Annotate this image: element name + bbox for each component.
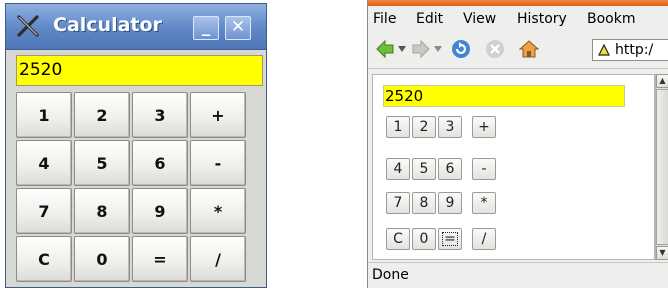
web-key-clear[interactable]: C — [386, 228, 410, 250]
home-icon[interactable] — [518, 38, 540, 60]
key-5[interactable]: 5 — [74, 140, 130, 186]
calculator-window: Calculator _ ✕ 2520 1 2 3 + 4 5 6 - 7 8 … — [5, 3, 267, 288]
key-0[interactable]: 0 — [74, 236, 130, 282]
status-bar: Done — [368, 262, 668, 288]
menu-edit[interactable]: Edit — [416, 11, 443, 27]
calculator-titlebar[interactable]: Calculator _ ✕ — [6, 4, 266, 50]
calculator-display[interactable]: 2520 — [16, 55, 263, 86]
key-7[interactable]: 7 — [16, 188, 72, 234]
browser-window: File Edit View History Bookm http:/ 2520… — [367, 0, 668, 288]
back-dropdown-icon[interactable] — [398, 46, 406, 52]
close-button[interactable]: ✕ — [225, 16, 251, 40]
web-key-plus[interactable]: + — [472, 116, 496, 138]
key-2[interactable]: 2 — [74, 92, 130, 138]
key-1[interactable]: 1 — [16, 92, 72, 138]
web-key-1[interactable]: 1 — [386, 116, 410, 138]
web-key-5[interactable]: 5 — [412, 158, 436, 180]
vertical-scrollbar[interactable]: ▲ ▼ — [655, 74, 668, 260]
menu-bookmarks[interactable]: Bookm — [587, 11, 635, 27]
scroll-up-button[interactable]: ▲ — [656, 74, 668, 88]
web-key-2[interactable]: 2 — [412, 116, 436, 138]
key-multiply[interactable]: * — [190, 188, 246, 234]
calculator-keypad: 1 2 3 + 4 5 6 - 7 8 9 * C 0 = / — [16, 92, 246, 282]
menu-history[interactable]: History — [517, 11, 567, 27]
page-content: 2520 1 2 3 + 4 5 6 - 7 8 9 * C 0 = / — [372, 74, 655, 260]
x-logo-icon — [17, 15, 39, 37]
menu-file[interactable]: File — [373, 11, 396, 27]
navigation-toolbar: http:/ — [368, 34, 668, 69]
key-minus[interactable]: - — [190, 140, 246, 186]
web-key-9[interactable]: 9 — [438, 192, 462, 214]
web-key-6[interactable]: 6 — [438, 158, 462, 180]
reload-icon[interactable] — [450, 38, 472, 60]
key-equals[interactable]: = — [132, 236, 188, 282]
forward-icon[interactable] — [410, 38, 432, 60]
web-key-multiply[interactable]: * — [472, 192, 496, 214]
url-bar[interactable]: http:/ — [592, 39, 668, 61]
web-key-0[interactable]: 0 — [412, 228, 436, 250]
web-key-equals[interactable]: = — [438, 228, 462, 250]
key-clear[interactable]: C — [16, 236, 72, 282]
key-plus[interactable]: + — [190, 92, 246, 138]
web-key-8[interactable]: 8 — [412, 192, 436, 214]
web-key-7[interactable]: 7 — [386, 192, 410, 214]
status-text: Done — [372, 267, 409, 283]
web-key-3[interactable]: 3 — [438, 116, 462, 138]
url-text: http:/ — [615, 42, 654, 58]
back-icon[interactable] — [374, 38, 396, 60]
window-title: Calculator — [53, 14, 162, 36]
stop-icon[interactable] — [484, 38, 506, 60]
key-3[interactable]: 3 — [132, 92, 188, 138]
key-4[interactable]: 4 — [16, 140, 72, 186]
scroll-thumb[interactable] — [656, 89, 668, 245]
forward-dropdown-icon[interactable] — [434, 46, 442, 52]
web-key-4[interactable]: 4 — [386, 158, 410, 180]
key-8[interactable]: 8 — [74, 188, 130, 234]
menu-bar: File Edit View History Bookm — [368, 6, 668, 34]
web-key-divide[interactable]: / — [472, 228, 496, 250]
scroll-down-button[interactable]: ▼ — [656, 246, 668, 260]
key-6[interactable]: 6 — [132, 140, 188, 186]
key-divide[interactable]: / — [190, 236, 246, 282]
site-identity-icon — [598, 43, 610, 56]
menu-view[interactable]: View — [463, 11, 496, 27]
web-key-minus[interactable]: - — [472, 158, 496, 180]
key-9[interactable]: 9 — [132, 188, 188, 234]
web-calculator-display[interactable]: 2520 — [383, 85, 625, 107]
minimize-button[interactable]: _ — [193, 16, 219, 40]
